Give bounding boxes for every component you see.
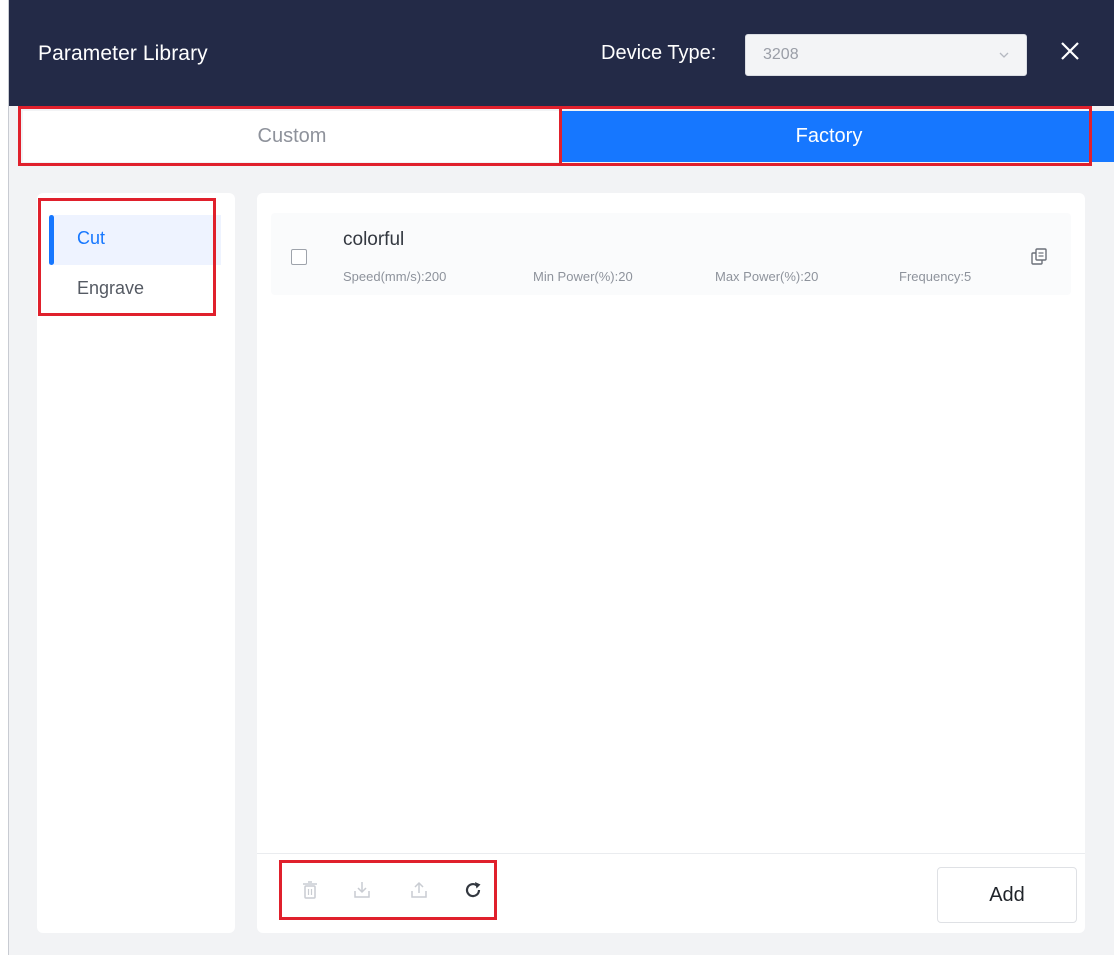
tab-strip-edge	[1097, 111, 1114, 162]
chevron-down-icon	[999, 52, 1009, 58]
tab-factory[interactable]: Factory	[561, 111, 1097, 162]
device-type-select[interactable]: 3208	[745, 34, 1027, 76]
device-type-value: 3208	[763, 46, 799, 63]
device-type-label: Device Type:	[601, 42, 717, 64]
dialog-header: Parameter Library Device Type: 3208	[9, 0, 1114, 106]
footer-divider	[257, 853, 1085, 854]
active-indicator	[49, 215, 54, 265]
parameter-name: colorful	[343, 229, 405, 250]
add-button[interactable]: Add	[937, 867, 1077, 923]
export-icon[interactable]	[408, 879, 430, 901]
close-icon[interactable]	[1055, 36, 1085, 66]
frequency-value: Frequency:5	[899, 269, 972, 284]
tab-custom[interactable]: Custom	[23, 111, 561, 162]
sidebar-item-label: Cut	[77, 228, 106, 248]
row-checkbox[interactable]	[291, 249, 307, 265]
delete-icon[interactable]	[299, 879, 321, 901]
sidebar-item-label: Engrave	[77, 278, 145, 298]
parameter-library-dialog: Parameter Library Device Type: 3208 Cust…	[8, 0, 1114, 955]
max-power-value: Max Power(%):20	[715, 269, 819, 284]
category-sidebar: Cut Engrave	[37, 193, 235, 933]
copy-icon[interactable]	[1029, 247, 1049, 267]
refresh-icon[interactable]	[462, 879, 484, 901]
dialog-title: Parameter Library	[38, 42, 208, 65]
parameter-list-panel: colorful Speed(mm/s):200 Min Power(%):20…	[257, 193, 1085, 933]
sidebar-item-cut[interactable]: Cut	[49, 215, 221, 265]
speed-value: Speed(mm/s):200	[343, 269, 447, 284]
sidebar-item-engrave[interactable]: Engrave	[49, 265, 221, 315]
min-power-value: Min Power(%):20	[533, 269, 633, 284]
library-tabs: Custom Factory	[23, 111, 1097, 162]
list-item[interactable]: colorful Speed(mm/s):200 Min Power(%):20…	[271, 213, 1071, 295]
import-icon[interactable]	[351, 879, 373, 901]
